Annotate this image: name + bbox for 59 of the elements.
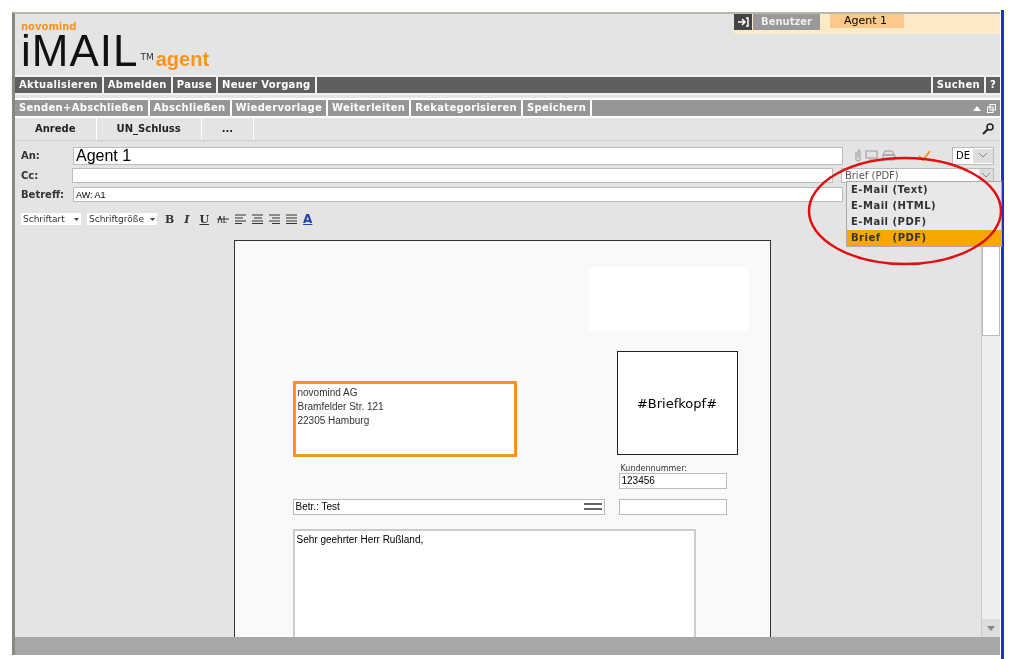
chevron-icon (979, 153, 987, 158)
search-icon[interactable] (982, 123, 994, 135)
down-arrow-icon[interactable] (987, 625, 995, 631)
caret-icon (150, 217, 155, 221)
product-suffix: agent (155, 48, 210, 70)
field-label: Cc: (21, 170, 40, 181)
user-name: Agent 1 (830, 14, 904, 28)
window-icon[interactable] (987, 103, 996, 113)
menu-button[interactable]: Suchen (932, 77, 984, 93)
customer-number-field[interactable]: 123456 (618, 473, 727, 489)
input-field[interactable]: Agent 1 (73, 146, 843, 165)
input-field[interactable] (72, 168, 833, 183)
menu-button[interactable]: Aktualisieren (15, 77, 102, 93)
menu-button[interactable]: Abmelden (103, 77, 171, 93)
address-line: Bramfelder Str. 121 (297, 400, 385, 414)
collapse-icon[interactable] (973, 105, 981, 111)
logout-icon[interactable] (734, 14, 753, 30)
align-icon[interactable] (286, 214, 298, 224)
menu-button[interactable]: ? (985, 77, 1000, 93)
lines-icon (583, 501, 602, 512)
spellcheck-icon[interactable] (917, 149, 931, 162)
dropdown-option[interactable]: Brief (PDF) (847, 230, 1001, 246)
format-button[interactable]: U (197, 212, 212, 226)
font-color-button[interactable]: A (303, 212, 313, 226)
user-label: Benutzer (753, 14, 820, 30)
address-line: novomind AG (297, 386, 359, 400)
align-icon[interactable] (269, 214, 281, 224)
language-select[interactable]: DE (951, 146, 994, 165)
dropdown-option[interactable]: E-Mail (PDF) (847, 214, 1001, 230)
field-label: Betreff: (21, 189, 65, 200)
subject-text: Betr.: Test (295, 501, 340, 513)
menu-button[interactable]: Pause (172, 77, 216, 93)
input-field[interactable]: AW: A1 (73, 187, 843, 202)
paperclip-icon[interactable] (855, 149, 861, 162)
dropdown-option[interactable]: E-Mail (Text) (847, 182, 1001, 198)
customer-number-label: Kundennummer: (620, 464, 689, 473)
product-logo: iMAIL (21, 32, 139, 70)
monitor-icon[interactable] (865, 150, 878, 161)
font-select[interactable]: Schriftart (21, 213, 81, 225)
trademark: TM (140, 52, 154, 62)
printer-icon[interactable] (882, 150, 896, 161)
address-line: 22305 Hamburg (297, 414, 371, 428)
align-icon[interactable] (252, 214, 264, 224)
strikethrough-icon[interactable] (217, 215, 230, 223)
address-box[interactable]: novomind AG Bramfelder Str. 121 22305 Hamburg (292, 381, 517, 457)
body-text-area[interactable]: Sehr geehrter Herr Rußland, (292, 529, 696, 637)
letterhead-box[interactable]: #Briefkopf# (616, 351, 738, 455)
align-icon[interactable] (235, 214, 247, 224)
chevron-icon (982, 173, 990, 178)
format-button[interactable]: B (163, 212, 177, 226)
subject-field[interactable]: Betr.: Test (292, 499, 605, 515)
caret-icon (74, 217, 79, 221)
menu-button[interactable]: Neuer Vorgang (217, 77, 315, 93)
dropdown-option[interactable]: E-Mail (HTML) (847, 198, 1001, 214)
format-button[interactable]: I (182, 212, 192, 226)
brand-name: novomind (21, 22, 78, 32)
font-size-select[interactable]: Schriftgröße (87, 213, 157, 225)
field-label: An: (21, 150, 41, 161)
input-field[interactable] (618, 499, 727, 515)
